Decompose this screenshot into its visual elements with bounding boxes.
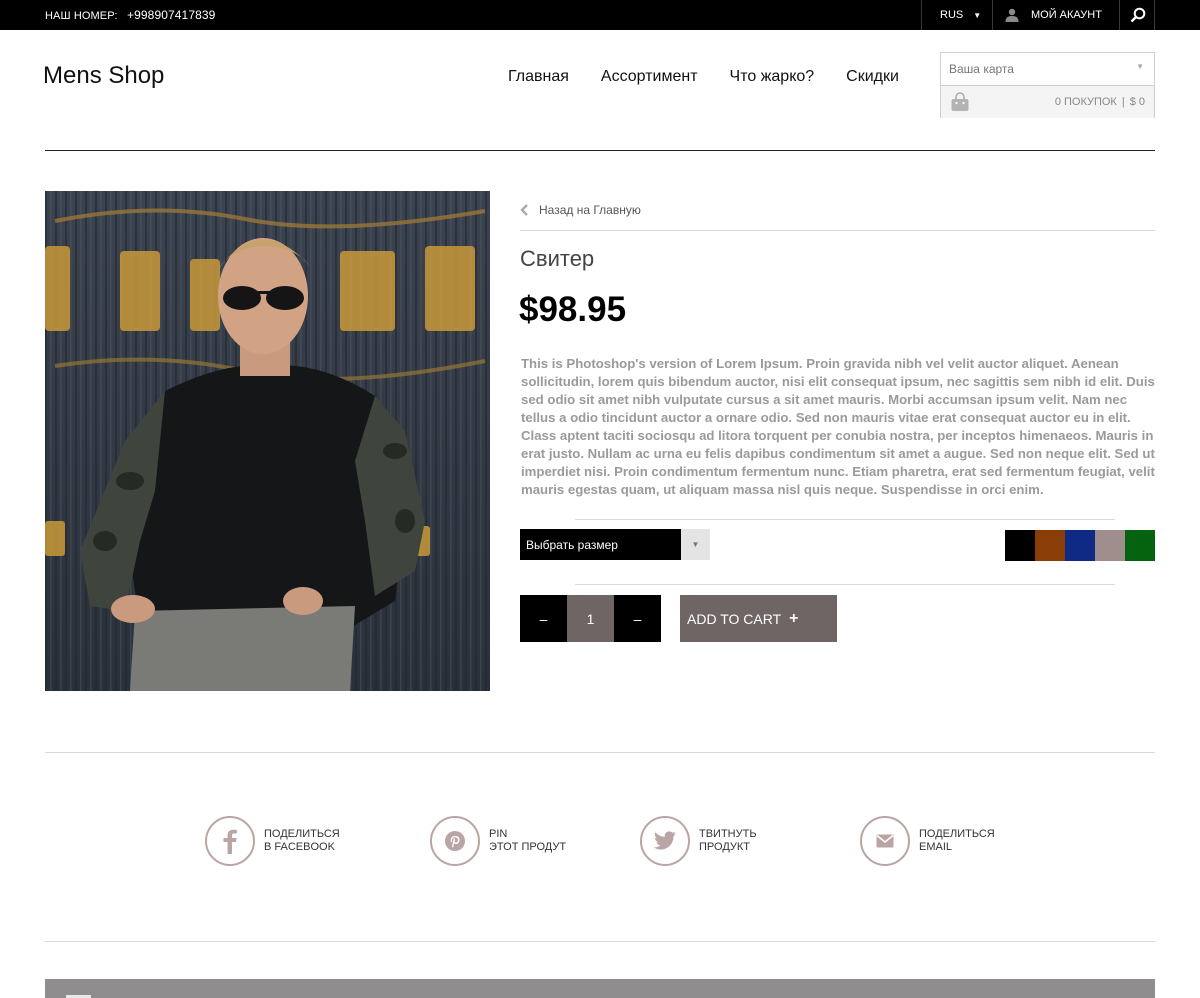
divider xyxy=(45,752,1155,753)
top-bar: НАШ НОМЕР: +998907417839 RUS ▼ МОЙ АКАУН… xyxy=(0,0,1200,30)
share-label-line: ПРОДУКТ xyxy=(699,841,751,853)
color-swatch-brown[interactable] xyxy=(1035,530,1065,561)
add-to-cart-button[interactable]: ADD TO CART + xyxy=(680,595,837,642)
share-label-line: ТВИТНУТЬ xyxy=(699,828,757,840)
divider xyxy=(45,941,1155,942)
divider xyxy=(575,584,1115,585)
cart-items-count: 0 ПОКУПОК xyxy=(1054,96,1117,108)
share-label: ПОДЕЛИТЬСЯ EMAIL xyxy=(919,828,995,854)
search-icon xyxy=(1130,7,1145,23)
share-pinterest[interactable]: PIN ЭТОТ ПРОДУТ xyxy=(430,816,566,866)
pinterest-icon xyxy=(430,816,480,866)
color-swatch-black[interactable] xyxy=(1005,530,1035,561)
share-label: PIN ЭТОТ ПРОДУТ xyxy=(489,828,566,854)
chevron-left-icon xyxy=(520,204,528,216)
header-divider xyxy=(45,150,1155,151)
quantity-increase-button[interactable]: – xyxy=(614,595,661,642)
share-facebook[interactable]: ПОДЕЛИТЬСЯ В FACEBOOK xyxy=(205,816,340,866)
color-swatch-mauve[interactable] xyxy=(1095,530,1125,561)
cart-summary[interactable]: 0 ПОКУПОК | $ 0 xyxy=(941,86,1154,118)
product-photo xyxy=(45,191,490,691)
account-label: МОЙ АКАУНТ xyxy=(1031,9,1102,21)
language-label: RUS xyxy=(940,9,964,21)
share-label-line: EMAIL xyxy=(919,841,953,853)
share-label-line: ПОДЕЛИТЬСЯ xyxy=(264,828,340,840)
color-swatch-green[interactable] xyxy=(1125,530,1155,561)
facebook-icon xyxy=(205,816,255,866)
twitter-icon xyxy=(640,816,690,866)
quantity-stepper: – 1 – xyxy=(520,595,661,642)
product-title: Свитер xyxy=(520,246,595,271)
quantity-input[interactable]: 1 xyxy=(567,595,614,642)
phone-info: НАШ НОМЕР: +998907417839 xyxy=(45,8,215,22)
quantity-decrease-button[interactable]: – xyxy=(520,595,567,642)
cart-totals: 0 ПОКУПОК | $ 0 xyxy=(1055,96,1145,108)
caret-down-icon: ▼ xyxy=(681,529,710,560)
main-nav: Главная Ассортимент Что жарко? Скидки xyxy=(508,68,931,86)
share-email[interactable]: ПОДЕЛИТЬСЯ EMAIL xyxy=(860,816,995,866)
cart-separator: | xyxy=(1121,96,1125,108)
share-label-line: В FACEBOOK xyxy=(264,841,335,853)
nav-item-hot[interactable]: Что жарко? xyxy=(730,68,815,86)
cart-dropdown[interactable]: Ваша карта ▼ xyxy=(941,53,1154,86)
footer-bar xyxy=(45,979,1155,998)
caret-down-icon: ▼ xyxy=(1136,62,1144,71)
color-swatches xyxy=(1005,530,1155,561)
plus-icon: + xyxy=(789,609,799,627)
nav-item-catalog[interactable]: Ассортимент xyxy=(601,68,698,86)
cart-placeholder: Ваша карта xyxy=(949,62,1014,76)
product-price: $98.95 xyxy=(519,290,627,329)
site-logo[interactable]: Mens Shop xyxy=(43,62,164,90)
cart-total: $ 0 xyxy=(1129,96,1145,108)
user-icon xyxy=(1005,8,1019,22)
size-select[interactable]: Выбрать размер ▼ xyxy=(520,529,710,560)
size-select-value: Выбрать размер xyxy=(526,537,618,552)
search-button[interactable] xyxy=(1120,0,1155,30)
share-label-line: ПОДЕЛИТЬСЯ xyxy=(919,828,995,840)
divider xyxy=(575,519,1115,520)
cart-widget: Ваша карта ▼ 0 ПОКУПОК | $ 0 xyxy=(940,52,1155,118)
divider xyxy=(520,230,1155,231)
share-label-line: ЭТОТ ПРОДУТ xyxy=(489,841,567,853)
account-link[interactable]: МОЙ АКАУНТ xyxy=(993,0,1119,30)
back-link-label: Назад на Главную xyxy=(539,203,641,217)
share-label: ТВИТНУТЬ ПРОДУКТ xyxy=(699,828,757,854)
divider xyxy=(1154,0,1155,30)
product-description: This is Photoshop's version of Lorem Ips… xyxy=(521,356,1155,497)
back-link[interactable]: Назад на Главную xyxy=(520,203,641,217)
shopping-bag-icon xyxy=(951,92,969,111)
caret-down-icon: ▼ xyxy=(973,10,982,20)
email-icon xyxy=(860,816,910,866)
color-swatch-navy[interactable] xyxy=(1065,530,1095,561)
share-label: ПОДЕЛИТЬСЯ В FACEBOOK xyxy=(264,828,340,854)
phone-number[interactable]: +998907417839 xyxy=(127,8,215,22)
phone-label: НАШ НОМЕР: xyxy=(45,10,118,22)
add-to-cart-label: ADD TO CART xyxy=(687,610,782,627)
product-image[interactable] xyxy=(45,191,490,691)
nav-item-home[interactable]: Главная xyxy=(508,68,569,86)
share-twitter[interactable]: ТВИТНУТЬ ПРОДУКТ xyxy=(640,816,757,866)
language-selector[interactable]: RUS ▼ xyxy=(922,0,992,30)
nav-item-sale[interactable]: Скидки xyxy=(846,68,899,86)
share-label-line: PIN xyxy=(489,828,508,840)
